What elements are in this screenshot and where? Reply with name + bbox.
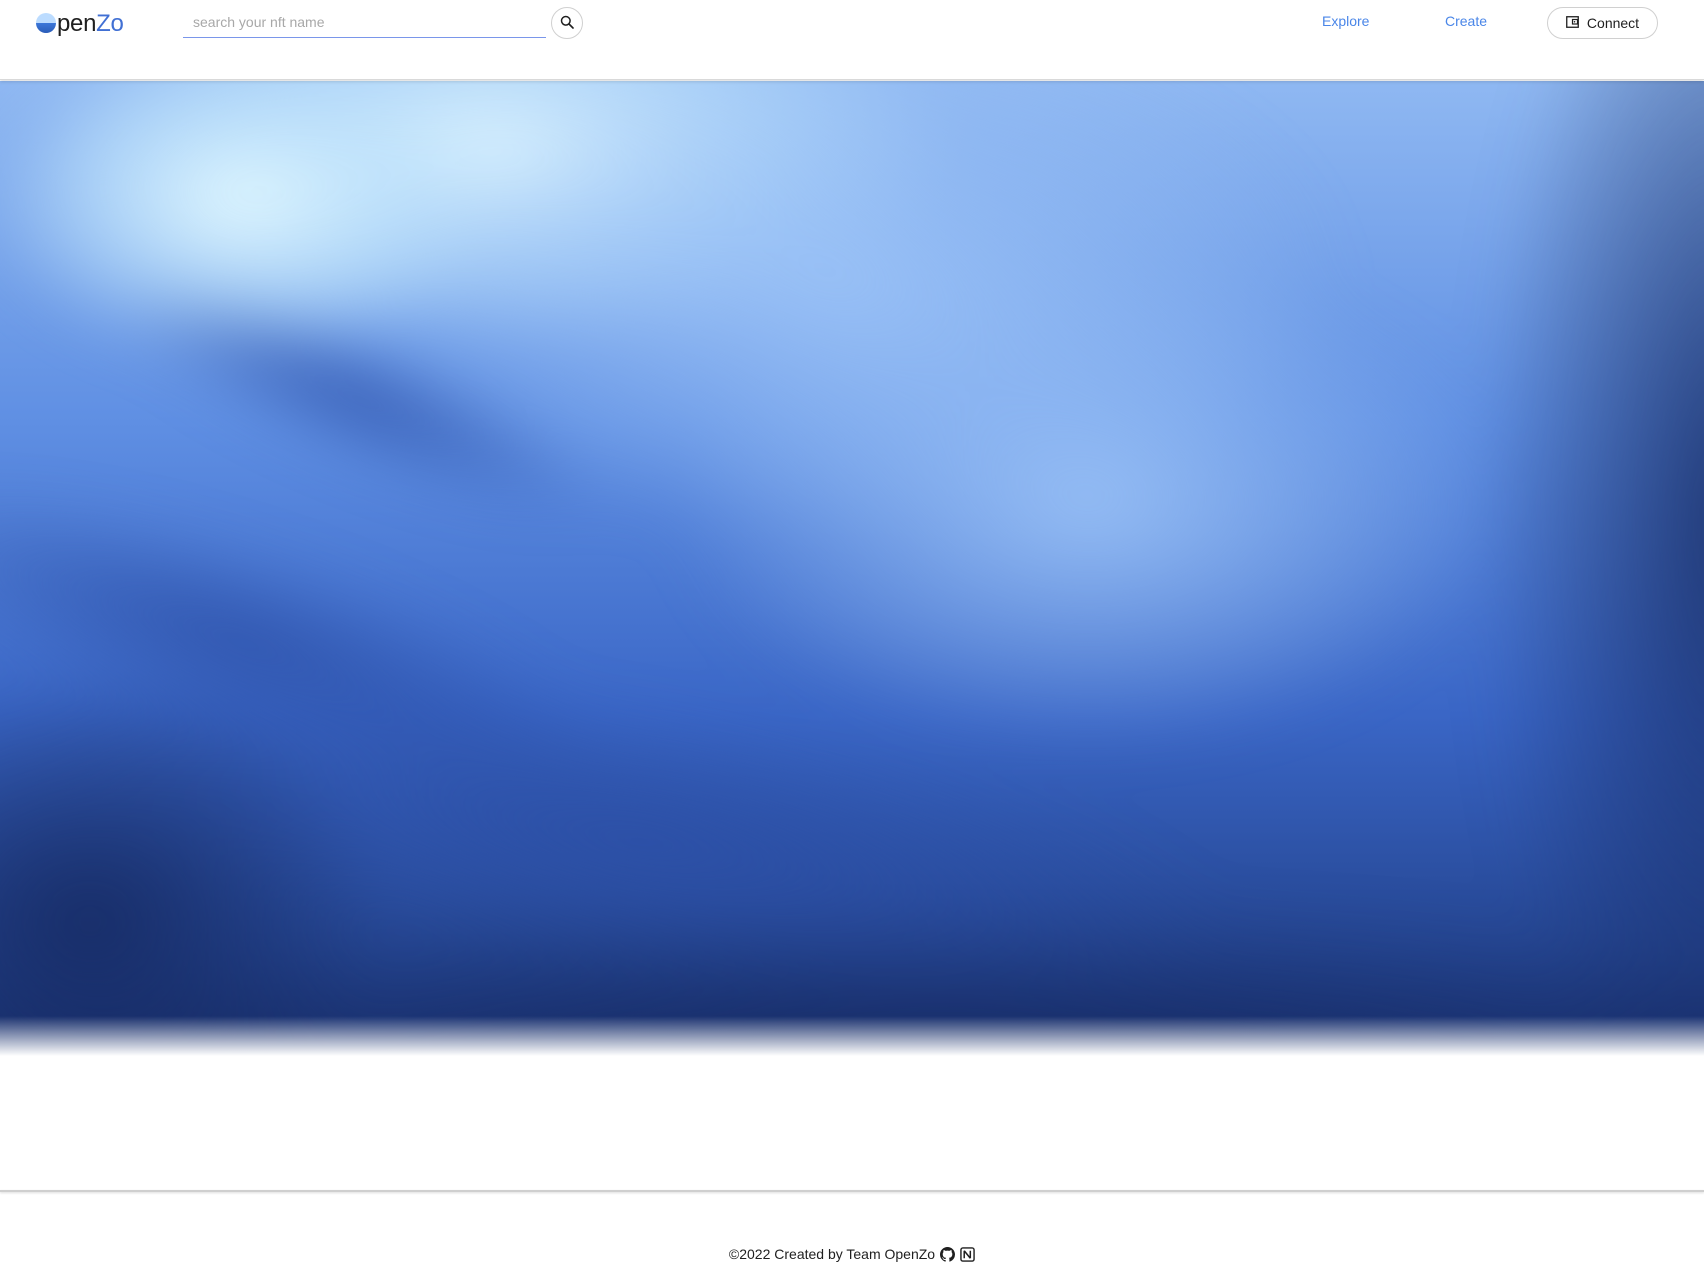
search-icon — [560, 15, 574, 32]
connect-label: Connect — [1586, 15, 1640, 31]
search-button[interactable] — [551, 7, 583, 39]
footer-copyright: ©2022 Created by Team OpenZo — [728, 1246, 936, 1262]
wallet-icon — [1566, 15, 1579, 31]
connect-button[interactable]: Connect — [1547, 7, 1658, 39]
footer: ©2022 Created by Team OpenZo — [0, 1246, 1704, 1262]
github-icon[interactable] — [939, 1246, 955, 1262]
notion-icon[interactable] — [959, 1246, 975, 1262]
footer-divider — [0, 1190, 1704, 1192]
top-header: pen Zo Explore Create Connect — [0, 0, 1704, 80]
logo-text-zo: Zo — [96, 10, 124, 37]
search-input[interactable] — [183, 13, 546, 30]
openzo-logo[interactable]: pen Zo — [36, 8, 124, 40]
blurred-ocean-background — [0, 81, 1704, 1056]
hero-banner — [0, 81, 1704, 1056]
nav-explore-link[interactable]: Explore — [1322, 13, 1369, 29]
search-field-wrapper — [183, 6, 546, 38]
hero-bottom-fade — [0, 1016, 1704, 1056]
logo-o-mark — [36, 13, 56, 33]
logo-text-pen: pen — [57, 10, 97, 37]
nav-create-link[interactable]: Create — [1445, 13, 1487, 29]
